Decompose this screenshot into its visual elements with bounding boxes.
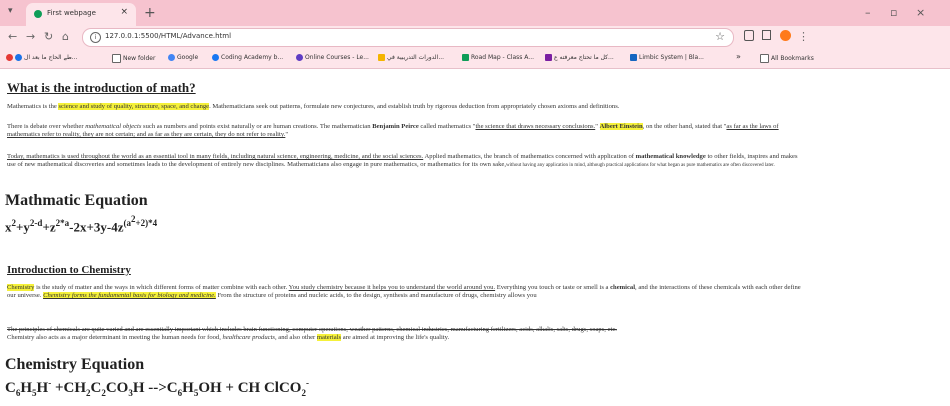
chem-equation: C6H5H- +CH2C2CO3H -->C6H5OH + CH ClCO2- [5, 378, 309, 398]
chem-paragraph-2: The principles of chemicals are quite va… [7, 326, 617, 341]
page-content: What is the introduction of math? Mathem… [0, 68, 950, 406]
close-tab-icon[interactable]: × [120, 7, 128, 17]
bookmarks-bar: طے الحاج ما بعد ال... New folder Google … [0, 48, 950, 69]
math-paragraph-3: Today, mathematics is used throughout th… [7, 153, 798, 168]
menu-kebab-icon[interactable]: ⋮ [798, 30, 809, 43]
window-close-button[interactable]: × [916, 6, 925, 19]
page-favicon-icon [34, 10, 42, 18]
restore-button[interactable]: ▫ [890, 6, 897, 19]
forward-arrow-icon[interactable]: → [26, 30, 35, 43]
bookmark-road-map[interactable]: Road Map - Class A... [462, 54, 534, 61]
extension-icon[interactable] [744, 30, 754, 41]
bookmark-limbic-system[interactable]: Limbic System | Bla... [630, 54, 704, 61]
math-equation-title: Mathmatic Equation [5, 192, 148, 209]
new-tab-button[interactable]: + [144, 5, 156, 21]
quote-link[interactable]: the science that draws necessary conclus… [475, 123, 595, 130]
tab-bar: ▾ First webpage × + – ▫ × [0, 0, 950, 26]
bookmark-item[interactable]: طے الحاج ما بعد ال... [6, 54, 78, 61]
math-heading: What is the introduction of math? [7, 80, 196, 95]
bookmark-training-courses[interactable]: الدورات التدريبية في... [378, 54, 444, 61]
tab-search-icon[interactable]: ▾ [8, 6, 22, 20]
chem-equation-title: Chemistry Equation [5, 356, 145, 373]
math-equation: x2+y2-d+z2*a-2x+3y-4z(a2+2)*4 [5, 214, 158, 235]
toolbar: ← → ↻ ⌂ i 127.0.0.1:5500/HTML/Advance.ht… [0, 26, 950, 48]
chem-heading: Introduction to Chemistry [7, 264, 131, 276]
more-bookmarks-icon[interactable]: » [736, 52, 741, 61]
profile-avatar[interactable] [780, 30, 791, 41]
bookmark-arabic-article[interactable]: كل ما تحتاج معرفته ع... [545, 54, 614, 61]
tab-title: First webpage [47, 9, 96, 17]
back-arrow-icon[interactable]: ← [8, 30, 17, 43]
address-bar[interactable]: i 127.0.0.1:5500/HTML/Advance.html ☆ [82, 28, 734, 47]
bookmark-google[interactable]: Google [168, 54, 198, 61]
all-bookmarks-button[interactable]: All Bookmarks [760, 54, 814, 63]
tab-first-webpage[interactable]: First webpage × [26, 3, 136, 26]
reload-icon[interactable]: ↻ [44, 30, 53, 43]
bookmark-folder[interactable]: New folder [112, 54, 155, 63]
bookmark-coding-academy[interactable]: Coding Academy b... [212, 54, 283, 61]
math-paragraph-2: There is debate over whether mathematica… [7, 123, 779, 138]
bookmark-online-courses[interactable]: Online Courses - Le... [296, 54, 369, 61]
url-text[interactable]: 127.0.0.1:5500/HTML/Advance.html [105, 32, 231, 40]
side-panel-icon[interactable] [762, 30, 771, 40]
bookmark-star-icon[interactable]: ☆ [715, 30, 725, 43]
math-paragraph-1: Mathematics is the science and study of … [7, 103, 620, 110]
minimize-button[interactable]: – [865, 6, 871, 19]
chem-paragraph-1: Chemistry is the study of matter and the… [7, 284, 801, 299]
browser-chrome: ▾ First webpage × + – ▫ × ← → ↻ ⌂ i 127.… [0, 0, 950, 69]
home-icon[interactable]: ⌂ [62, 30, 69, 43]
site-info-icon[interactable]: i [90, 32, 101, 43]
